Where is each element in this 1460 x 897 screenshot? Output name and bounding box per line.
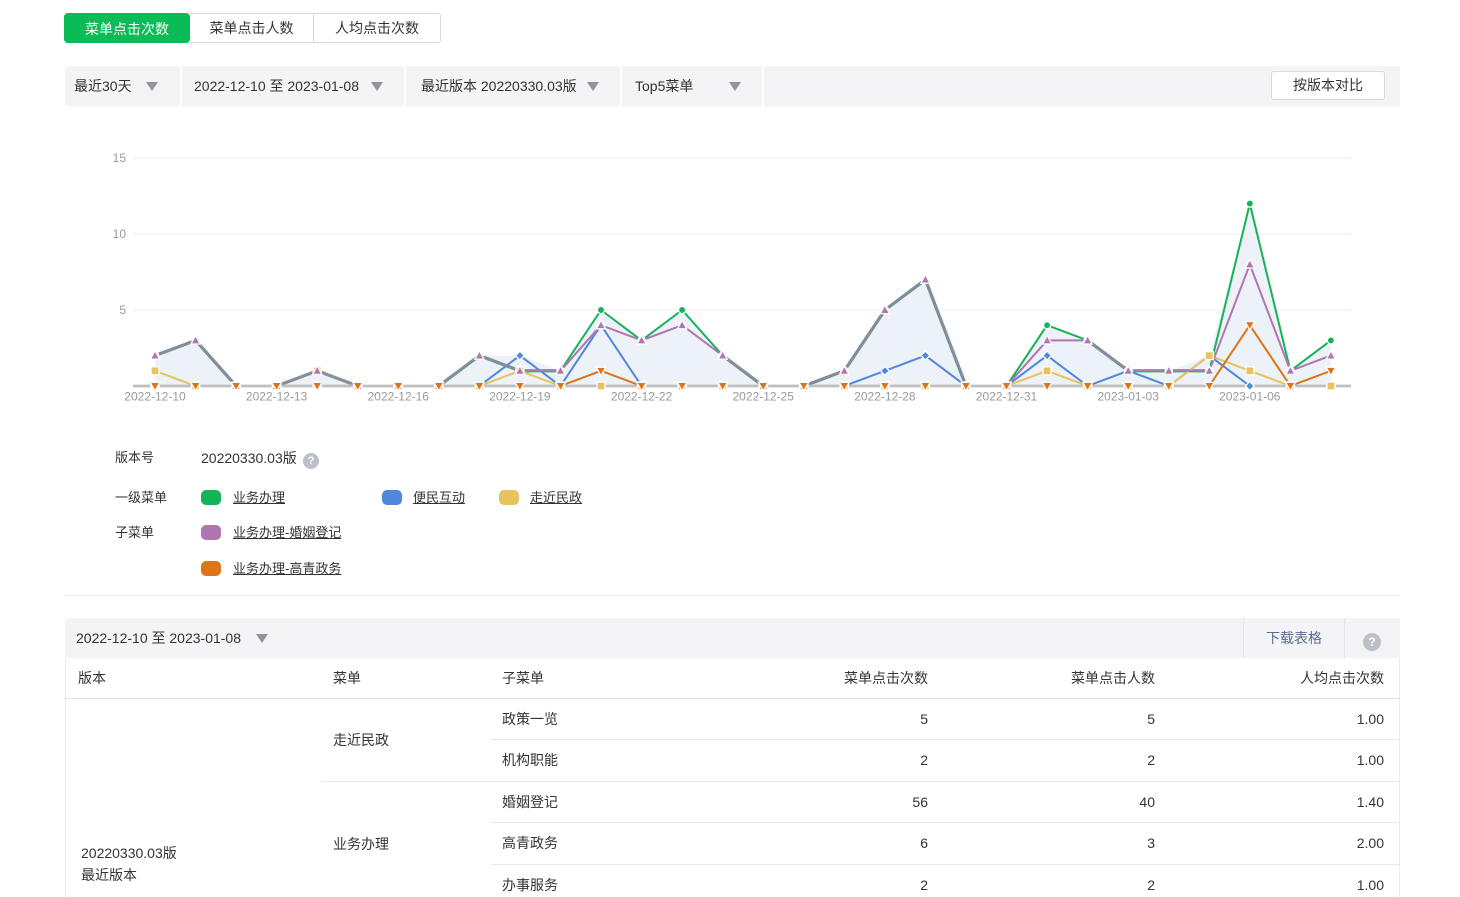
svg-text:15: 15 — [113, 151, 127, 165]
svg-text:10: 10 — [113, 227, 127, 241]
svg-text:5: 5 — [119, 303, 126, 317]
svg-text:2023-01-06: 2023-01-06 — [1219, 390, 1281, 404]
